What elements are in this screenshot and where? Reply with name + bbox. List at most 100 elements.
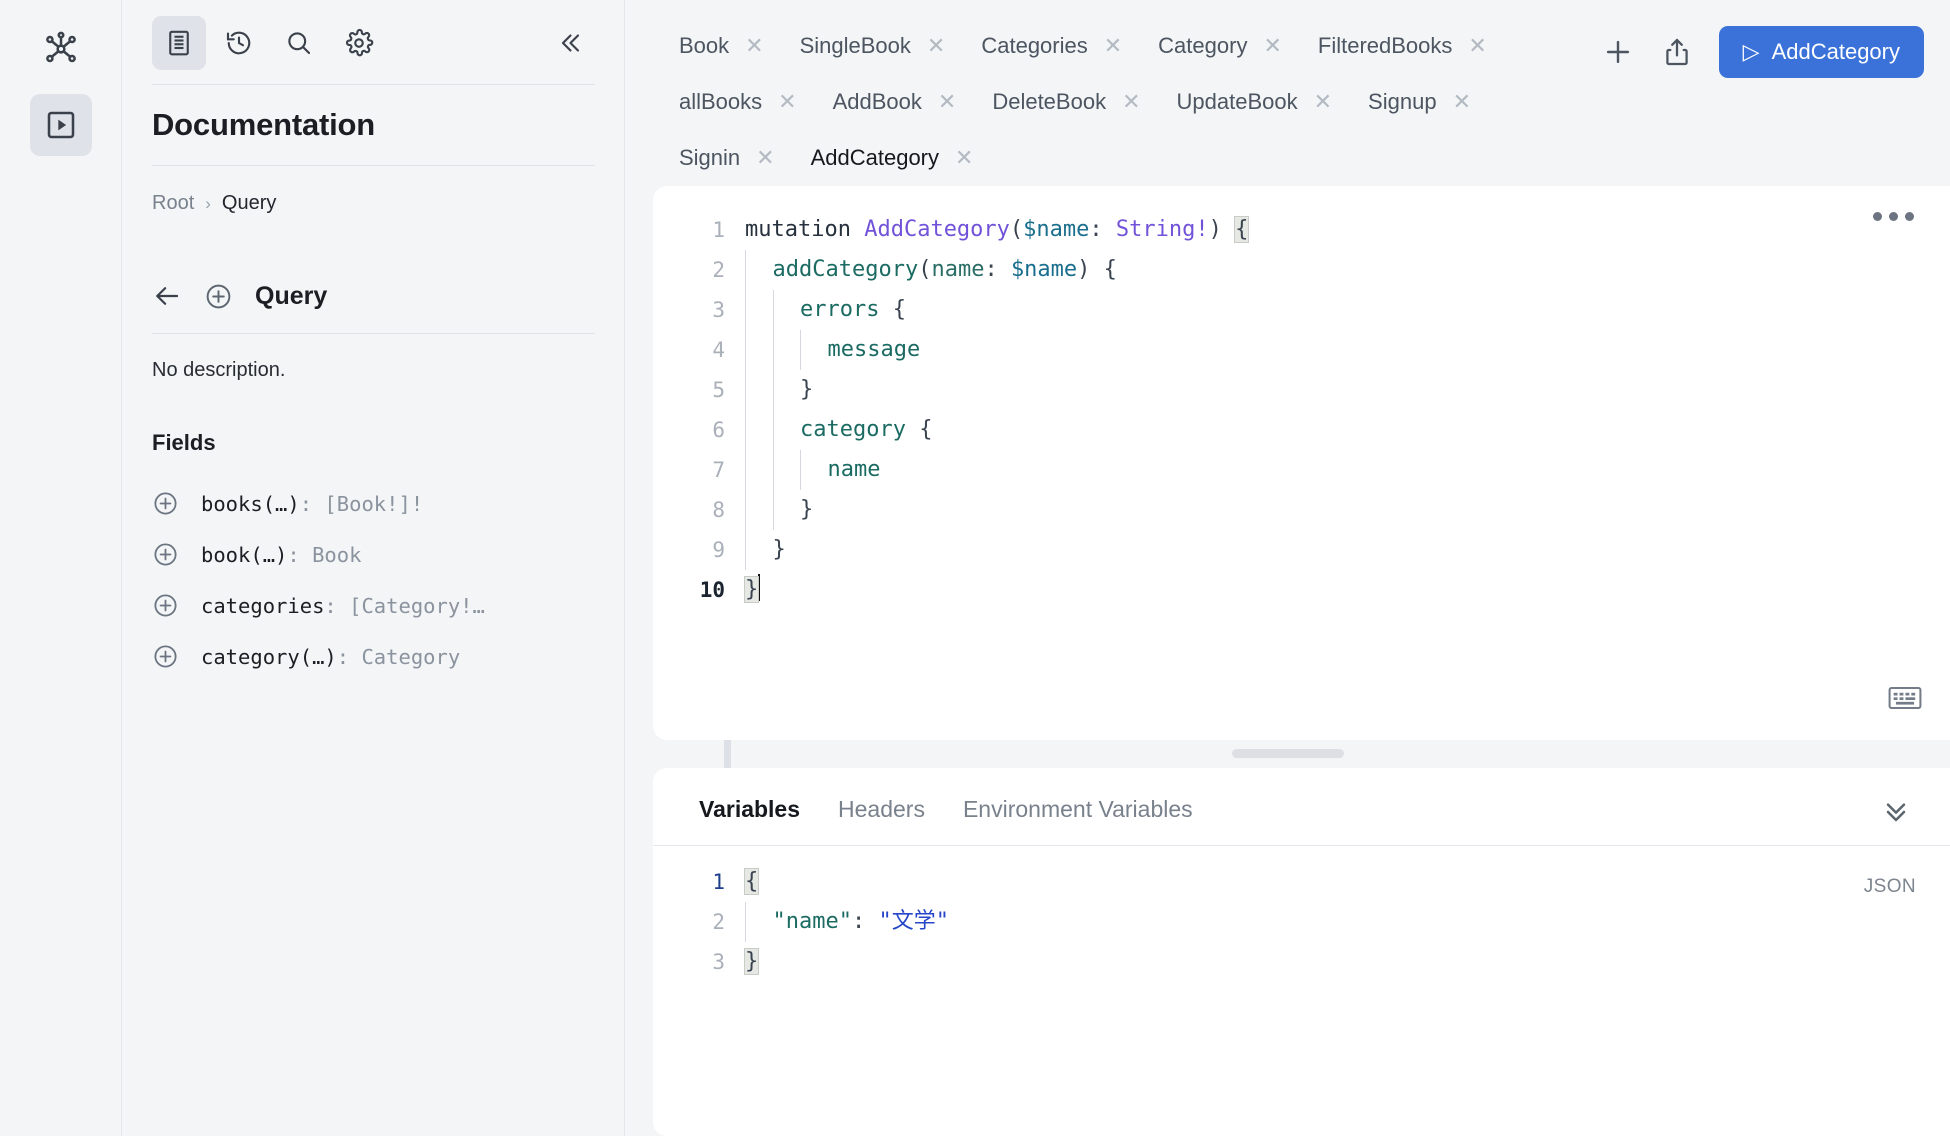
tab-addcategory[interactable]: AddCategory ✕ — [797, 130, 996, 186]
tab-headers[interactable]: Headers — [838, 796, 925, 823]
close-icon[interactable]: ✕ — [1122, 91, 1140, 113]
fields-list: books(…): [Book!]! book(…): Book categor… — [122, 456, 625, 682]
code-text: name — [745, 450, 880, 490]
close-icon[interactable]: ✕ — [1468, 35, 1486, 57]
tabbar-actions: ▷ AddCategory — [1601, 18, 1924, 78]
tab-addbook[interactable]: AddBook ✕ — [819, 74, 979, 130]
tab-categories[interactable]: Categories ✕ — [967, 18, 1144, 74]
chevron-double-left-icon[interactable] — [541, 16, 595, 70]
close-icon[interactable]: ✕ — [745, 35, 763, 57]
tab-variables[interactable]: Variables — [699, 796, 800, 823]
line-number: 3 — [712, 950, 725, 974]
code-line: 4 message — [653, 330, 1950, 370]
tab-signin[interactable]: Signin ✕ — [665, 130, 797, 186]
code-text: } — [743, 570, 761, 610]
tab-filteredbooks[interactable]: FilteredBooks ✕ — [1304, 18, 1509, 74]
breadcrumb: Root › Query — [122, 166, 625, 215]
tab-environment-variables[interactable]: Environment Variables — [963, 796, 1193, 823]
run-operation-button[interactable]: ▷ AddCategory — [1718, 26, 1924, 78]
plus-circle-icon[interactable] — [152, 592, 179, 619]
json-key: "name" — [772, 909, 852, 934]
page-title: Documentation — [152, 107, 376, 142]
graph-nodes-icon[interactable] — [30, 18, 92, 80]
documentation-sidebar: Documentation Root › Query Query No desc… — [122, 0, 731, 1136]
tab-label: Category — [1158, 33, 1248, 58]
code-text: addCategory(name: $name) { — [745, 250, 1117, 290]
field-type: : Book — [287, 542, 362, 567]
plus-circle-icon[interactable] — [204, 282, 233, 311]
code-line: 6 category { — [653, 410, 1950, 450]
code-line: 1 { — [653, 862, 1950, 902]
query-editor-pane[interactable]: 1 mutation AddCategory($name: String!) {… — [653, 186, 1950, 740]
close-icon[interactable]: ✕ — [1263, 35, 1281, 57]
chevron-double-down-icon[interactable] — [1880, 794, 1912, 831]
field-name: book(…) — [201, 542, 288, 567]
field-row[interactable]: category(…): Category — [122, 631, 625, 682]
field-name: books(…) — [201, 491, 300, 516]
pane-splitter — [625, 740, 1950, 768]
tab-deletebook[interactable]: DeleteBook ✕ — [978, 74, 1162, 130]
breadcrumb-current[interactable]: Query — [222, 192, 276, 215]
field-name: category(…) — [201, 644, 337, 669]
code-area[interactable]: 1 mutation AddCategory($name: String!) {… — [653, 186, 1950, 610]
tab-singlebook[interactable]: SingleBook ✕ — [786, 18, 968, 74]
share-upload-icon[interactable] — [1661, 36, 1693, 68]
keyboard-shortcuts-icon[interactable] — [1888, 685, 1922, 716]
type-description: No description. — [152, 359, 286, 381]
code-line: 3 } — [653, 942, 1950, 982]
tab-label: AddCategory — [810, 145, 940, 170]
close-icon[interactable]: ✕ — [955, 147, 973, 169]
field-row[interactable]: books(…): [Book!]! — [122, 478, 625, 529]
plus-circle-icon[interactable] — [152, 490, 179, 517]
arrow-left-icon[interactable] — [152, 281, 182, 311]
plus-circle-icon[interactable] — [152, 643, 179, 670]
close-icon[interactable]: ✕ — [756, 147, 774, 169]
close-icon[interactable]: ✕ — [778, 91, 796, 113]
run-button-label: AddCategory — [1771, 39, 1900, 64]
text-caret — [758, 574, 761, 601]
documentation-icon[interactable] — [152, 16, 206, 70]
search-icon[interactable] — [272, 16, 326, 70]
field-row[interactable]: book(…): Book — [122, 529, 625, 580]
tab-allbooks[interactable]: allBooks ✕ — [665, 74, 819, 130]
tab-label: allBooks — [679, 89, 763, 114]
close-icon[interactable]: ✕ — [1314, 91, 1332, 113]
json-value: "文学" — [878, 909, 949, 934]
line-number: 9 — [712, 538, 725, 562]
plus-icon[interactable] — [1601, 35, 1635, 69]
code-text: "name": "文学" — [745, 902, 949, 942]
history-icon[interactable] — [212, 16, 266, 70]
settings-gear-icon[interactable] — [332, 16, 386, 70]
close-icon[interactable]: ✕ — [1104, 35, 1122, 57]
line-number: 3 — [712, 298, 725, 322]
format-label: JSON — [1863, 876, 1916, 897]
line-number: 7 — [712, 458, 725, 482]
variables-code-area[interactable]: 1 { 2 "name": "文学" 3 } — [653, 846, 1950, 982]
drag-handle[interactable] — [1231, 749, 1344, 758]
tab-category[interactable]: Category ✕ — [1144, 18, 1304, 74]
breadcrumb-root[interactable]: Root — [152, 192, 194, 215]
type-header: Query — [122, 215, 625, 311]
code-text: message — [745, 330, 920, 370]
line-number: 1 — [712, 870, 725, 894]
play-box-icon[interactable] — [29, 94, 92, 156]
line-number: 6 — [712, 418, 725, 442]
close-icon[interactable]: ✕ — [938, 91, 956, 113]
tab-label: AddBook — [832, 89, 922, 114]
field-row[interactable]: categories: [Category!… — [122, 580, 625, 631]
graphql-ide-window: Documentation Root › Query Query No desc… — [0, 0, 1950, 1136]
tab-updatebook[interactable]: UpdateBook ✕ — [1163, 74, 1355, 130]
plus-circle-icon[interactable] — [152, 541, 179, 568]
sidebar-edge — [624, 0, 625, 1136]
tab-signup[interactable]: Signup ✕ — [1354, 74, 1493, 130]
main-area: Book ✕ SingleBook ✕ Categories ✕ Categor… — [625, 0, 1950, 1136]
field-type: : [Category!… — [324, 593, 485, 618]
code-line: 3 errors { — [653, 290, 1950, 330]
code-line: 1 mutation AddCategory($name: String!) { — [653, 210, 1950, 250]
close-icon[interactable]: ✕ — [927, 35, 945, 57]
code-text: { — [743, 868, 760, 895]
tab-label: Signup — [1368, 89, 1437, 114]
tab-book[interactable]: Book ✕ — [665, 18, 786, 74]
tab-label: Signin — [679, 145, 741, 170]
close-icon[interactable]: ✕ — [1453, 91, 1471, 113]
